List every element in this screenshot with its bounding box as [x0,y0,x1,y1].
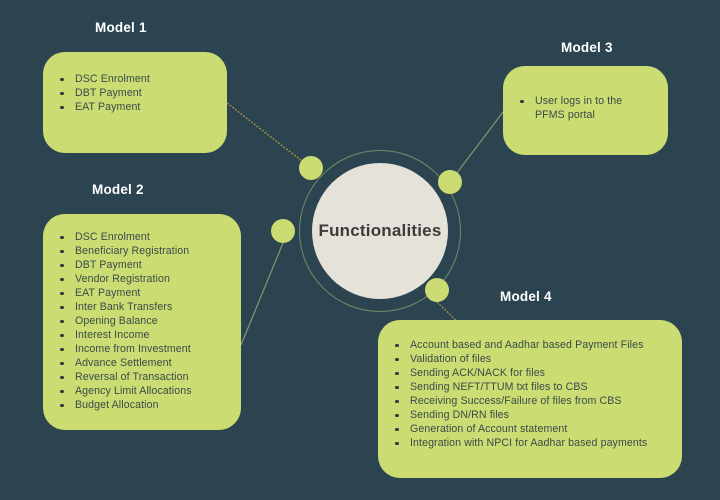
list-item: Sending DN/RN files [392,408,668,422]
model-3-list: User logs in to the PFMS portal [517,94,654,122]
list-item: Opening Balance [57,314,227,328]
model-2-title: Model 2 [92,182,144,197]
list-item: Sending ACK/NACK for files [392,366,668,380]
model-4-list: Account based and Aadhar based Payment F… [392,338,668,450]
model-4-title: Model 4 [500,289,552,304]
model-4-box[interactable]: Account based and Aadhar based Payment F… [378,320,682,478]
list-item: Sending NEFT/TTUM txt files to CBS [392,380,668,394]
center-circle[interactable]: Functionalities [312,163,448,299]
connector-node-model-2[interactable] [271,219,295,243]
diagram-canvas: Functionalities Model 1 DSC Enrolment DBT… [0,0,720,500]
list-item: Reversal of Transaction [57,370,227,384]
connector-node-model-1[interactable] [299,156,323,180]
list-item: Agency Limit Allocations [57,384,227,398]
connector-model-3 [449,111,504,183]
model-1-list: DSC Enrolment DBT Payment EAT Payment [57,72,213,114]
list-item: DSC Enrolment [57,72,213,86]
list-item: Beneficiary Registration [57,244,227,258]
connector-model-2 [240,242,284,346]
list-item: Inter Bank Transfers [57,300,227,314]
list-item: EAT Payment [57,100,213,114]
model-3-title: Model 3 [561,40,613,55]
connector-model-1 [226,102,312,169]
connector-node-model-3[interactable] [438,170,462,194]
list-item: DBT Payment [57,86,213,100]
list-item: Integration with NPCI for Aadhar based p… [392,436,668,450]
list-item: Budget Allocation [57,398,227,412]
model-1-title: Model 1 [95,20,147,35]
model-1-box[interactable]: DSC Enrolment DBT Payment EAT Payment [43,52,227,153]
list-item: EAT Payment [57,286,227,300]
list-item: Vendor Registration [57,272,227,286]
model-2-list: DSC Enrolment Beneficiary Registration DBT… [57,230,227,412]
list-item: DBT Payment [57,258,227,272]
list-item: Income from Investment [57,342,227,356]
list-item: Generation of Account statement [392,422,668,436]
list-item: Interest Income [57,328,227,342]
model-2-box[interactable]: DSC Enrolment Beneficiary Registration DBT… [43,214,241,430]
model-3-box[interactable]: User logs in to the PFMS portal [503,66,668,155]
list-item: DSC Enrolment [57,230,227,244]
connector-node-model-4[interactable] [425,278,449,302]
list-item: Account based and Aadhar based Payment F… [392,338,668,352]
center-label: Functionalities [318,221,442,240]
list-item: User logs in to the PFMS portal [517,94,654,122]
list-item: Advance Settlement [57,356,227,370]
list-item: Validation of files [392,352,668,366]
list-item: Receiving Success/Failure of files from … [392,394,668,408]
